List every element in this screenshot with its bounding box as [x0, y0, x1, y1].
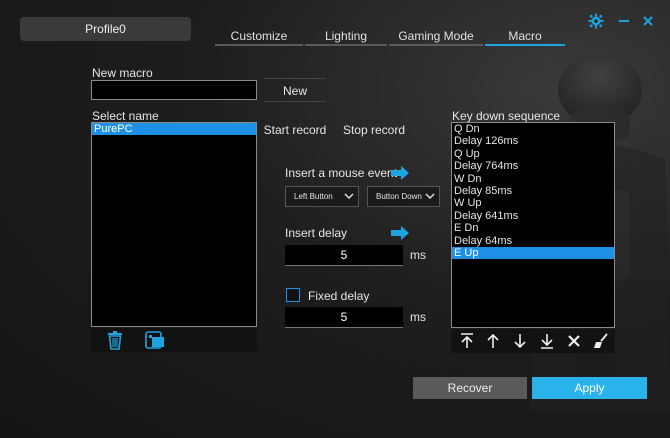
- profile-selector[interactable]: Profile0: [20, 17, 191, 41]
- fixed-delay-checkbox[interactable]: [286, 288, 300, 302]
- move-up-icon[interactable]: [484, 332, 502, 350]
- list-item[interactable]: W Up: [452, 197, 614, 209]
- list-item[interactable]: E Up: [452, 246, 614, 260]
- gear-icon[interactable]: [586, 13, 606, 33]
- move-top-icon[interactable]: [458, 332, 476, 350]
- mouse-button-select[interactable]: Left Button: [285, 186, 359, 207]
- select-name-label: Select name: [92, 109, 159, 123]
- list-item[interactable]: Q Up: [452, 148, 614, 160]
- close-icon[interactable]: [638, 13, 658, 33]
- sequence-toolbar: [451, 329, 615, 353]
- new-macro-label: New macro: [92, 66, 153, 80]
- tab-lighting[interactable]: Lighting: [305, 26, 387, 46]
- recover-button[interactable]: Recover: [413, 377, 527, 399]
- list-item[interactable]: Delay 764ms: [452, 160, 614, 172]
- list-item[interactable]: PurePC: [92, 123, 256, 136]
- tab-gaming-mode[interactable]: Gaming Mode: [389, 26, 483, 46]
- trash-icon[interactable]: [105, 330, 125, 350]
- list-item[interactable]: E Dn: [452, 222, 614, 234]
- mouse-event-label: Insert a mouse event: [285, 166, 398, 180]
- list-item[interactable]: Delay 85ms: [452, 185, 614, 197]
- list-item[interactable]: Delay 64ms: [452, 235, 614, 247]
- delay-input[interactable]: [285, 245, 403, 266]
- clear-icon[interactable]: [592, 332, 610, 350]
- mouse-action-select[interactable]: Button Down: [367, 186, 440, 207]
- move-down-icon[interactable]: [511, 332, 529, 350]
- insert-delay-label: Insert delay: [285, 226, 348, 240]
- move-bottom-icon[interactable]: [538, 332, 556, 350]
- insert-mouse-event-arrow-icon[interactable]: [390, 166, 410, 180]
- macro-name-list[interactable]: PurePC: [91, 122, 257, 327]
- new-macro-input[interactable]: [91, 80, 257, 100]
- list-item[interactable]: Delay 641ms: [452, 210, 614, 222]
- key-sequence-list[interactable]: Q Dn Delay 126ms Q Up Delay 764ms W Dn D…: [451, 122, 615, 328]
- list-item[interactable]: Q Dn: [452, 123, 614, 135]
- chevron-down-icon: [425, 193, 435, 200]
- delay-unit: ms: [410, 248, 426, 262]
- minimize-icon[interactable]: [614, 13, 634, 33]
- mouse-action-select-value: Button Down: [376, 192, 422, 201]
- import-icon[interactable]: [144, 330, 166, 350]
- apply-button[interactable]: Apply: [532, 377, 647, 399]
- list-item[interactable]: W Dn: [452, 173, 614, 185]
- macro-list-toolbar: [91, 328, 257, 352]
- delete-icon[interactable]: [565, 332, 583, 350]
- stop-record-button[interactable]: Stop record: [340, 118, 408, 144]
- tab-customize[interactable]: Customize: [215, 26, 303, 46]
- mouse-button-select-value: Left Button: [294, 192, 333, 201]
- fixed-delay-input[interactable]: [285, 307, 403, 328]
- start-record-button[interactable]: Start record: [262, 118, 328, 144]
- chevron-down-icon: [344, 193, 354, 200]
- tab-macro[interactable]: Macro: [485, 26, 565, 46]
- fixed-delay-unit: ms: [410, 310, 426, 324]
- fixed-delay-label: Fixed delay: [308, 289, 370, 303]
- new-macro-button[interactable]: New: [264, 78, 326, 102]
- list-item[interactable]: Delay 126ms: [452, 135, 614, 147]
- insert-delay-arrow-icon[interactable]: [390, 226, 410, 240]
- key-sequence-label: Key down sequence: [452, 109, 561, 123]
